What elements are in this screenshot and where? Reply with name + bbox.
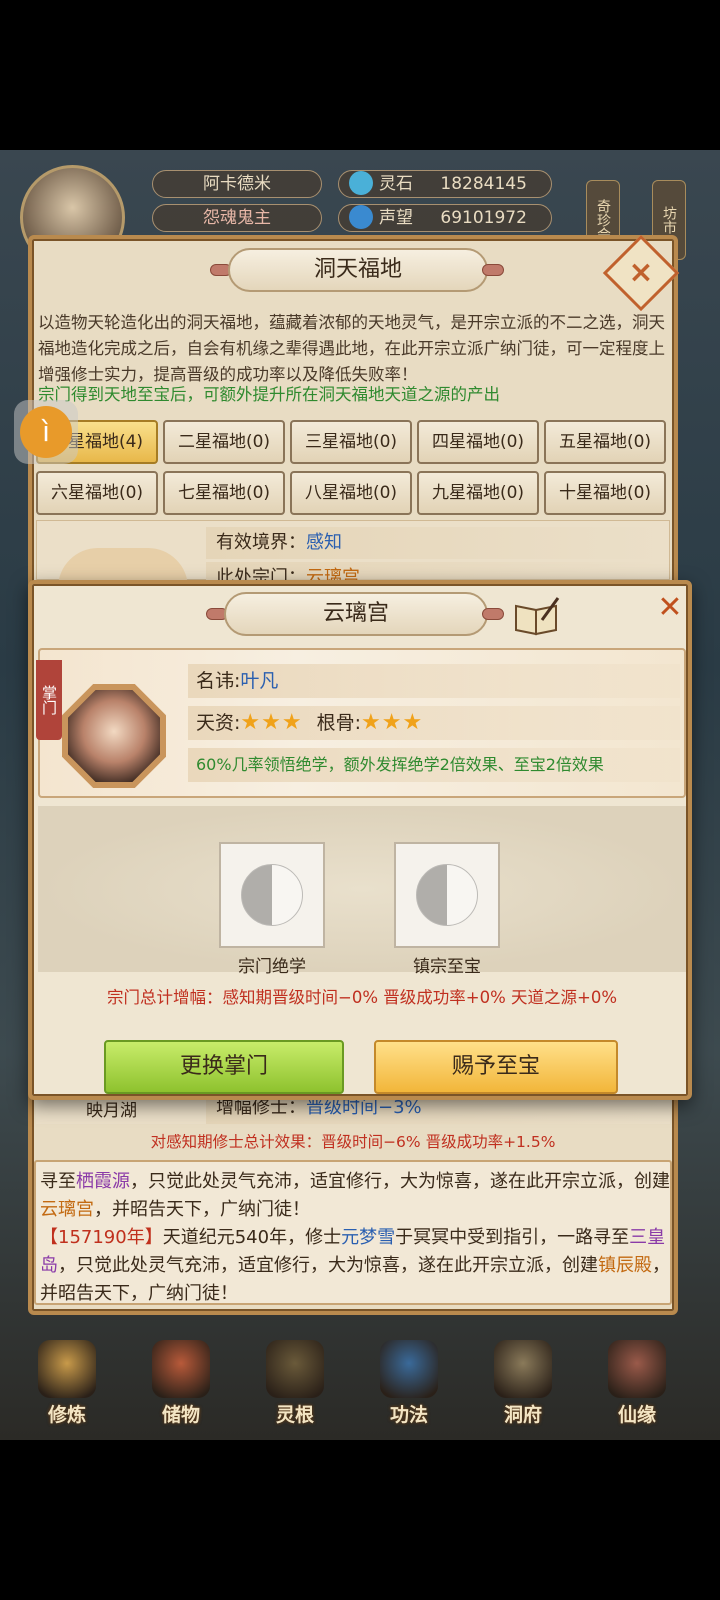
- nav-item[interactable]: 修炼: [22, 1340, 112, 1430]
- nav-label: 仙缘: [617, 1404, 656, 1426]
- log-segment: 【157190年】: [40, 1227, 163, 1248]
- log-segment: 栖霞源: [76, 1171, 130, 1192]
- prestige-icon: [349, 204, 373, 229]
- player-name: 阿卡德米: [152, 170, 322, 198]
- log-segment: ，只觉此处灵气充沛，适宜修行，大为惊喜，遂在此开宗立派，创建: [130, 1171, 670, 1192]
- log-segment: ，只觉此处灵气充沛，适宜修行，大为惊喜，遂在此开宗立派，创建: [58, 1255, 598, 1276]
- book-icon[interactable]: [512, 596, 562, 636]
- nav-icon: [380, 1340, 438, 1398]
- person-icon: ì: [20, 406, 72, 458]
- sect-treasure-slot[interactable]: [394, 842, 500, 948]
- location-label: 此处宗门：: [216, 567, 306, 580]
- slot-label-technique: 宗门绝学: [238, 957, 306, 977]
- scroll-knob-right: [482, 264, 504, 276]
- location-value: 云璃宫: [306, 567, 360, 580]
- location-row: 此处宗门：云璃宫: [206, 562, 666, 580]
- sect-bonus-summary: 宗门总计增幅：感知期晋级时间−0% 晋级成功率+0% 天道之源+0%: [107, 988, 617, 1007]
- top-black-band: [0, 0, 720, 150]
- boost-value: 晋级时间−3%: [306, 1097, 422, 1118]
- root-label: 根骨:: [316, 712, 362, 734]
- grant-treasure-button[interactable]: 赐予至宝: [374, 1040, 618, 1094]
- log-segment: 寻至: [40, 1171, 76, 1192]
- realm-label: 有效境界：: [216, 532, 306, 553]
- spirit-stone-icon: [349, 170, 373, 195]
- grade-tab[interactable]: 七星福地(0): [163, 471, 285, 515]
- player-title: 怨魂鬼主: [152, 204, 322, 232]
- bottom-black-band: [0, 1440, 720, 1600]
- aptitude-stars: ★★★: [240, 710, 303, 735]
- leader-name-row: 名讳:叶凡: [188, 664, 680, 698]
- nav-icon: [266, 1340, 324, 1398]
- leader-stats-row: 天资:★★★ 根骨:★★★: [188, 706, 680, 740]
- log-segment: 元梦雪: [341, 1227, 396, 1248]
- main-panel-title: 洞天福地: [228, 248, 488, 292]
- log-segment: 镇辰殿: [598, 1255, 652, 1276]
- grade-tab[interactable]: 六星福地(0): [36, 471, 158, 515]
- slot-label-treasure: 镇宗至宝: [413, 957, 481, 977]
- nav-label: 修炼: [47, 1404, 86, 1426]
- aptitude-label: 天资:: [196, 712, 241, 734]
- log-segment: ，并昭告天下，广纳门徒！: [94, 1199, 310, 1220]
- resource-name: 灵石: [379, 174, 413, 194]
- nav-item[interactable]: 灵根: [250, 1340, 340, 1430]
- grade-tab[interactable]: 十星福地(0): [544, 471, 666, 515]
- nav-label: 洞府: [503, 1404, 542, 1426]
- dialog-close-button[interactable]: ✕: [652, 590, 688, 626]
- yin-yang-icon: [241, 864, 303, 926]
- grade-tab[interactable]: 二星福地(0): [163, 420, 285, 464]
- slot-area: [38, 806, 686, 972]
- event-log-entry: 【157190年】天道纪元540年，修士元梦雪于冥冥中受到指引，一路寻至三皇岛，…: [40, 1224, 670, 1308]
- nav-label: 功法: [389, 1404, 428, 1426]
- log-segment: 天道纪元540年，修士: [162, 1227, 342, 1248]
- resource-value: 18284145: [440, 174, 527, 194]
- main-description: 以造物天轮造化出的洞天福地，蕴藏着浓郁的天地灵气，是开宗立派的不二之选，洞天福地…: [38, 313, 665, 384]
- floating-assist-button[interactable]: ì: [14, 400, 78, 464]
- nav-item[interactable]: 仙缘: [592, 1340, 682, 1430]
- log-segment: 于冥冥中受到指引，一路寻至: [395, 1227, 630, 1248]
- grade-tab[interactable]: 八星福地(0): [290, 471, 412, 515]
- close-icon: ✕: [657, 590, 683, 625]
- realm-value: 感知: [306, 532, 342, 553]
- nav-icon: [152, 1340, 210, 1398]
- realm-row: 有效境界：感知: [206, 527, 666, 559]
- nav-item[interactable]: 洞府: [478, 1340, 568, 1430]
- nav-item[interactable]: 功法: [364, 1340, 454, 1430]
- nav-label: 储物: [161, 1404, 200, 1426]
- nav-label: 灵根: [275, 1404, 314, 1426]
- change-leader-button[interactable]: 更换掌门: [104, 1040, 344, 1094]
- leader-name: 叶凡: [240, 670, 279, 692]
- grade-tab[interactable]: 三星福地(0): [290, 420, 412, 464]
- name-label: 名讳:: [196, 670, 241, 692]
- grade-tab[interactable]: 五星福地(0): [544, 420, 666, 464]
- grade-tab[interactable]: 四星福地(0): [417, 420, 539, 464]
- nav-item[interactable]: 储物: [136, 1340, 226, 1430]
- leader-tag: 掌门: [36, 660, 62, 740]
- scroll-knob-right: [482, 608, 504, 620]
- prestige-counter: 声望 69101972: [338, 204, 552, 232]
- event-log-entry: 寻至栖霞源，只觉此处灵气充沛，适宜修行，大为惊喜，遂在此开宗立派，创建云璃宫，并…: [40, 1168, 670, 1224]
- spirit-stone-counter: 灵石 18284145: [338, 170, 552, 198]
- resource-value: 69101972: [440, 208, 527, 228]
- nav-icon: [494, 1340, 552, 1398]
- boost-label: 增幅修士：: [216, 1097, 306, 1118]
- total-effect: 对感知期修士总计效果：晋级时间−6% 晋级成功率+1.5%: [150, 1133, 556, 1151]
- resource-name: 声望: [379, 208, 413, 228]
- grade-tab[interactable]: 九星福地(0): [417, 471, 539, 515]
- root-stars: ★★★: [361, 710, 424, 735]
- nav-icon: [608, 1340, 666, 1398]
- nav-icon: [38, 1340, 96, 1398]
- log-segment: 云璃宫: [40, 1199, 94, 1220]
- sect-technique-slot[interactable]: [219, 842, 325, 948]
- main-description-green: 宗门得到天地至宝后，可额外提升所在洞天福地天道之源的产出: [38, 385, 500, 404]
- leader-trait: 60%几率领悟绝学，额外发挥绝学2倍效果、至宝2倍效果: [188, 748, 680, 782]
- sect-dialog-title: 云璃宫: [224, 592, 488, 636]
- yin-yang-icon: [416, 864, 478, 926]
- close-icon: ×: [628, 255, 654, 290]
